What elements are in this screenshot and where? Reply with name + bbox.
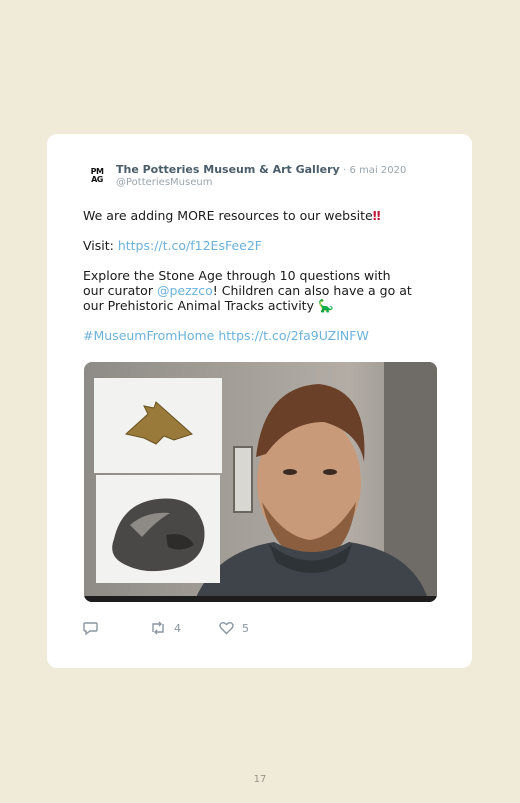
- tweet-links-line: #MuseumFromHome https://t.co/2fa9UZINFW: [83, 328, 413, 343]
- arrowhead-photo: [94, 378, 222, 473]
- tweet-line-1-text: We are adding MORE resources to our webs…: [83, 208, 373, 223]
- avatar-logo-bottom: AG: [91, 175, 103, 184]
- retweet-icon: [152, 621, 164, 635]
- final-link[interactable]: https://t.co/2fa9UZINFW: [218, 328, 368, 343]
- arrowhead-image: [124, 401, 193, 445]
- like-button[interactable]: 5: [219, 621, 249, 635]
- tweet-paragraph: Explore the Stone Age through 10 questio…: [83, 268, 413, 313]
- flint-photo: [96, 475, 220, 583]
- tweet-line-1: We are adding MORE resources to our webs…: [83, 208, 413, 223]
- retweet-count: 4: [174, 621, 181, 635]
- hashtag-link[interactable]: #MuseumFromHome: [83, 328, 214, 343]
- visit-label: Visit:: [83, 238, 118, 253]
- tweet-video-thumbnail[interactable]: [84, 362, 437, 602]
- page-number: 17: [253, 774, 267, 785]
- retweet-button[interactable]: 4: [150, 621, 181, 635]
- heart-icon: [219, 622, 234, 635]
- author-name[interactable]: The Potteries Museum & Art Gallery: [116, 163, 340, 176]
- avatar[interactable]: PM AG: [87, 166, 107, 186]
- curator-mention[interactable]: @pezzco: [157, 283, 213, 298]
- tweet-card: PM AG The Potteries Museum & Art Gallery…: [47, 134, 472, 668]
- reply-button[interactable]: [83, 621, 98, 635]
- author-line: The Potteries Museum & Art Gallery · 6 m…: [116, 163, 406, 176]
- visit-link[interactable]: https://t.co/f12EsFee2F: [118, 238, 262, 253]
- tweet-visit-line: Visit: https://t.co/f12EsFee2F: [83, 238, 413, 253]
- reply-icon: [83, 622, 98, 635]
- like-count: 5: [242, 621, 249, 635]
- dinosaur-emoji: 🦕: [317, 298, 334, 313]
- tweet-date[interactable]: · 6 mai 2020: [343, 165, 406, 176]
- double-exclamation-emoji: ‼: [372, 208, 381, 223]
- tweet-actions: 4 5: [83, 621, 413, 639]
- author-handle[interactable]: @PotteriesMuseum: [116, 177, 212, 188]
- video-progress-bar[interactable]: [84, 596, 437, 602]
- flint-image: [112, 498, 205, 572]
